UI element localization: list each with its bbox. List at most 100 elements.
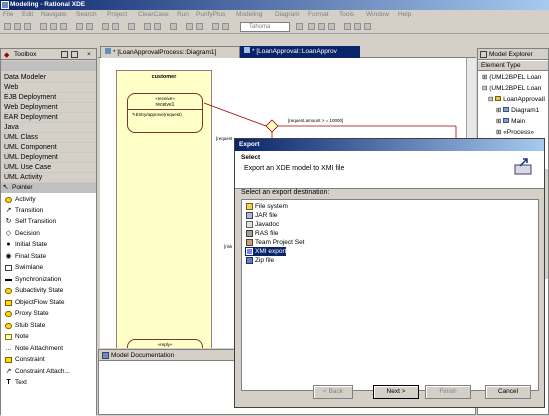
tree-item-process[interactable]: ⊞ «Process» [496,128,534,137]
list-item-file-system[interactable]: File system [245,202,288,211]
tree-item-uml2bpel-2[interactable]: ⊟ (UML2BPEL Loan [482,84,541,93]
font-select[interactable]: Tahoma [240,22,290,32]
menu-clearcase[interactable]: ClearCase [138,10,169,20]
font-size-icon[interactable] [296,23,303,30]
font-color-icon[interactable] [364,23,371,30]
tool-objectflow-state[interactable]: ObjectFlow State [4,298,65,308]
toolbox-tab[interactable]: ◆ Toolbox × [1,49,96,60]
tool-pointer[interactable]: ↖ Pointer [1,183,96,193]
tool-note[interactable]: Note [4,332,29,342]
forward-nav-icon[interactable] [154,23,161,30]
list-item-javadoc[interactable]: Javadoc [245,220,279,229]
toolbox-category-uml-activity[interactable]: UML Activity [1,173,96,183]
menu-edit[interactable]: Edit [22,10,33,20]
tab-diagram1[interactable]: * [LoanApprovalProcess::Diagram1] [100,46,240,58]
tool-activity[interactable]: Activity [4,195,36,205]
menu-format[interactable]: Format [308,10,329,20]
toolbox-category-ear-deployment[interactable]: EAR Deployment [1,113,96,123]
menu-navigate[interactable]: Navigate [41,10,67,20]
menu-file[interactable]: File [3,10,13,20]
save-icon[interactable] [24,23,31,30]
zoom-icon[interactable] [170,23,177,30]
back-button[interactable]: < Back [313,385,353,399]
toolbox-category-java[interactable]: Java [1,123,96,133]
layout-icon[interactable] [196,23,203,30]
model-explorer-tab[interactable]: Model Explorer [478,49,548,60]
menu-help[interactable]: Help [398,10,411,20]
align-icon[interactable] [212,23,219,30]
tool-self-transition[interactable]: ↻ Self Transition [4,217,57,227]
tool-synchronization[interactable]: Synchronization [4,275,61,285]
export-dialog: Export Select Export an XDE model to XMI… [234,138,545,408]
export-destination-list[interactable]: File system JAR file Javadoc RAS file Te… [241,199,539,391]
search-icon[interactable] [128,23,135,30]
finish-button[interactable]: Finish [425,385,471,399]
font-value: Tahoma [249,24,271,30]
undo-icon[interactable] [76,23,83,30]
tree-item-uml2bpel-1[interactable]: ⊞ (UML2BPEL Loan [482,73,541,82]
menu-window[interactable]: Window [366,10,389,20]
list-item-team-project-set[interactable]: Team Project Set [245,238,305,247]
italic-icon[interactable] [318,23,325,30]
tool-constraint-attachment[interactable]: ↗ Constraint Attach... [4,367,70,377]
synchronization-icon [5,279,12,281]
list-item-jar-file[interactable]: JAR file [245,211,277,220]
tool-proxy-state[interactable]: Proxy State [4,309,49,319]
toolbox-category-data-modeler[interactable]: Data Modeler [1,73,96,83]
tree-item-main[interactable]: ⊞ Main [496,117,525,126]
decision-node[interactable] [265,119,279,133]
cut-icon[interactable] [40,23,47,30]
tool-note-attachment[interactable]: … Note Attachment [4,344,63,354]
debug-icon[interactable] [112,23,119,30]
toolbox-category-uml-class[interactable]: UML Class [1,133,96,143]
decision-icon: ◇ [5,230,12,237]
list-item-xmi-export[interactable]: XMI export [245,247,287,256]
close-icon[interactable]: × [87,49,91,60]
tool-text[interactable]: T Text [4,378,27,388]
toolbox-category-uml-deployment[interactable]: UML Deployment [1,153,96,163]
open-icon[interactable] [14,23,21,30]
menu-modeling[interactable]: Modeling [236,10,262,20]
toolbox-category-web-deployment[interactable]: Web Deployment [1,103,96,113]
fill-color-icon[interactable] [344,23,351,30]
format-icon[interactable] [186,23,193,30]
new-icon[interactable] [4,23,11,30]
grid-icon[interactable] [222,23,229,30]
toolbox-category-uml-component[interactable]: UML Component [1,143,96,153]
cancel-button[interactable]: Cancel [485,385,531,399]
next-button[interactable]: Next > [373,385,419,399]
run-icon[interactable] [102,23,109,30]
tool-subactivity-state[interactable]: Subactivity State [4,286,63,296]
tool-stub-state[interactable]: Stub State [4,321,45,331]
explorer-column-header[interactable]: Element Type [478,61,548,71]
list-item-ras-file[interactable]: RAS file [245,229,278,238]
view-icon[interactable] [61,51,68,58]
tool-transition[interactable]: ↗ Transition [4,206,44,216]
tool-decision[interactable]: ◇ Decision [4,229,40,239]
redo-icon[interactable] [86,23,93,30]
toolbox-category-ejb-deployment[interactable]: EJB Deployment [1,93,96,103]
tool-swimlane[interactable]: Swimlane [4,263,43,273]
tab-loanapproval[interactable]: * [LoanApproval::LoanApprov [240,46,360,58]
pin-icon[interactable] [71,51,78,58]
paste-icon[interactable] [60,23,67,30]
toolbox-category-uml-use-case[interactable]: UML Use Case [1,163,96,173]
tool-constraint[interactable]: Constraint [4,355,45,365]
underline-icon[interactable] [328,23,335,30]
tool-final-state[interactable]: ◉ Final State [4,252,46,262]
menu-purifyplus[interactable]: PurifyPlus [196,10,225,20]
back-nav-icon[interactable] [144,23,151,30]
tree-item-diagram1[interactable]: ⊞ Diagram1 [496,106,539,115]
menu-tools[interactable]: Tools [339,10,354,20]
menu-run[interactable]: Run [177,10,189,20]
line-color-icon[interactable] [354,23,361,30]
tree-item-loanapproval[interactable]: ⊟ LoanApprovalI [488,95,545,104]
toolbox-category-web[interactable]: Web [1,83,96,93]
menu-diagram[interactable]: Diagram [275,10,300,20]
tool-initial-state[interactable]: ● Initial State [4,240,47,250]
list-item-zip-file[interactable]: Zip file [245,256,274,265]
bold-icon[interactable] [308,23,315,30]
menu-project[interactable]: Project [107,10,127,20]
copy-icon[interactable] [50,23,57,30]
menu-search[interactable]: Search [76,10,97,20]
